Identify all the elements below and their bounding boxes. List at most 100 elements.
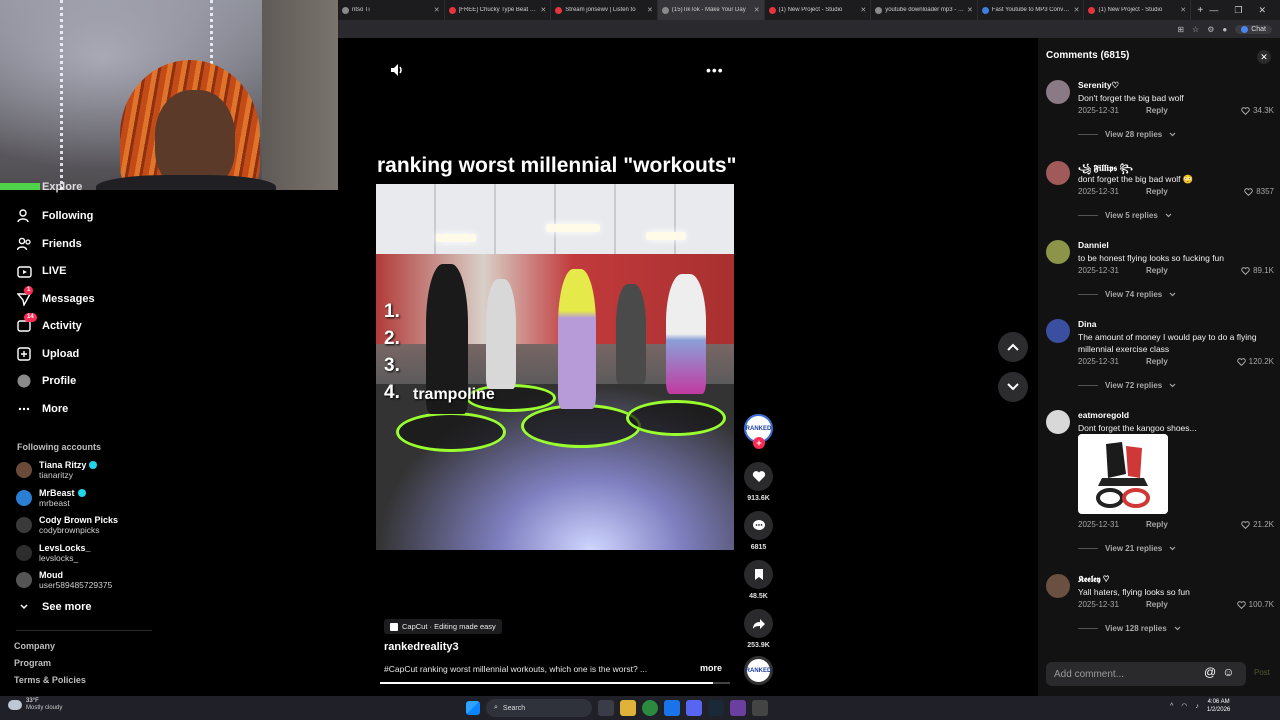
- comment-like-button[interactable]: 89.1K: [1241, 266, 1274, 275]
- commenter-avatar[interactable]: [1046, 240, 1070, 264]
- tab-close-icon[interactable]: ✕: [540, 6, 546, 14]
- reply-button[interactable]: Reply: [1146, 357, 1168, 366]
- footer-link-company[interactable]: Company: [14, 641, 55, 651]
- speaker-icon[interactable]: ♪: [1195, 703, 1199, 710]
- commenter-name[interactable]: Danniel: [1078, 240, 1109, 250]
- sidebar-item-friends[interactable]: Friends: [16, 234, 82, 254]
- more-options-icon[interactable]: •••: [706, 62, 724, 78]
- volume-icon[interactable]: [389, 62, 405, 78]
- tab-close-icon[interactable]: ✕: [967, 6, 973, 14]
- comment-image-kangoo-shoes[interactable]: [1078, 434, 1168, 514]
- view-replies-button[interactable]: View 5 replies: [1078, 211, 1172, 220]
- reply-button[interactable]: Reply: [1146, 187, 1168, 196]
- sidebar-item-messages[interactable]: 1 Messages: [16, 285, 95, 309]
- edge-icon[interactable]: [664, 700, 680, 716]
- comment-like-button[interactable]: 120.2K: [1236, 357, 1274, 366]
- previous-video-button[interactable]: [998, 332, 1028, 362]
- following-account[interactable]: MrBeast mrbeast: [16, 488, 86, 508]
- commenter-avatar[interactable]: [1046, 161, 1070, 185]
- clock[interactable]: 4:06 AM 1/2/2026: [1207, 698, 1230, 714]
- browser-tab[interactable]: (1) New Project - Studio ✕: [1084, 0, 1192, 20]
- video-author[interactable]: rankedreality3: [384, 641, 459, 653]
- commenter-avatar[interactable]: [1046, 80, 1070, 104]
- app-icon[interactable]: [730, 700, 746, 716]
- tab-close-icon[interactable]: ✕: [1074, 6, 1080, 14]
- commenter-avatar[interactable]: [1046, 319, 1070, 343]
- steam-icon[interactable]: [708, 700, 724, 716]
- sidebar-item-following[interactable]: Following: [16, 206, 93, 226]
- close-window-icon[interactable]: ✕: [1258, 5, 1266, 16]
- app-icon[interactable]: [752, 700, 768, 716]
- tab-close-icon[interactable]: ✕: [647, 6, 653, 14]
- commenter-avatar[interactable]: [1046, 410, 1070, 434]
- comment-like-button[interactable]: 34.3K: [1241, 106, 1274, 115]
- description-more-button[interactable]: more: [700, 663, 722, 673]
- follow-plus-icon[interactable]: +: [753, 437, 765, 449]
- following-account[interactable]: Cody Brown Picks codybrownpicks: [16, 515, 118, 535]
- browser-tab[interactable]: youtube downloader mp3 - Sea ✕: [871, 0, 978, 20]
- bookmark-icon[interactable]: ☆: [1192, 25, 1199, 34]
- capcut-banner[interactable]: CapCut · Editing made easy: [384, 619, 502, 634]
- next-video-button[interactable]: [998, 372, 1028, 402]
- commenter-name[interactable]: Serenity♡: [1078, 80, 1119, 91]
- new-tab-button[interactable]: +: [1191, 5, 1209, 16]
- commenter-avatar[interactable]: [1046, 574, 1070, 598]
- music-disc[interactable]: RANKED: [744, 656, 773, 685]
- view-replies-button[interactable]: View 21 replies: [1078, 544, 1176, 553]
- browser-tab[interactable]: Stream jonsewv | Listen to ✕: [551, 0, 658, 20]
- following-account[interactable]: LevsLocks_ levslocks_: [16, 543, 91, 563]
- chat-button[interactable]: Chat: [1235, 24, 1272, 34]
- browser-tab[interactable]: [FREE] Chucky Type Beat - "MY ✕: [445, 0, 552, 20]
- reply-button[interactable]: Reply: [1146, 520, 1168, 529]
- comment-button[interactable]: 6815: [744, 511, 773, 551]
- browser-tab[interactable]: (15)TikTok - Make Your Day ✕: [657, 0, 765, 20]
- tab-close-icon[interactable]: ✕: [754, 6, 760, 14]
- view-replies-button[interactable]: View 28 replies: [1078, 130, 1176, 139]
- footer-link-terms[interactable]: Terms & Policies: [14, 675, 86, 685]
- discord-icon[interactable]: [686, 700, 702, 716]
- sidebar-item-upload[interactable]: Upload: [16, 344, 79, 364]
- tray-chevron-icon[interactable]: ^: [1170, 703, 1173, 710]
- following-account[interactable]: Moud user589485729375: [16, 570, 112, 590]
- extensions-icon[interactable]: ⊞: [1177, 25, 1184, 34]
- view-replies-button[interactable]: View 128 replies: [1078, 624, 1181, 633]
- browser-tab[interactable]: Fast Youtube to MP3 Converter ✕: [978, 0, 1085, 20]
- mention-icon[interactable]: @: [1204, 665, 1216, 679]
- sidebar-item-live[interactable]: LIVE: [16, 261, 66, 281]
- browser-tab[interactable]: (1) New Project - Studio ✕: [765, 0, 872, 20]
- close-comments-button[interactable]: ✕: [1257, 50, 1271, 64]
- minimize-icon[interactable]: —: [1209, 5, 1218, 16]
- commenter-name[interactable]: 𝕶𝖊𝖊𝖑𝖊𝖞 ♡: [1078, 574, 1109, 585]
- browser-tab[interactable]: ntso Ti ✕: [338, 0, 445, 20]
- settings-icon[interactable]: ⚙: [1207, 25, 1214, 34]
- tab-close-icon[interactable]: ✕: [434, 6, 440, 14]
- sidebar-item-more[interactable]: More: [16, 399, 68, 419]
- following-account[interactable]: Tiana Ritzy tianaritzy: [16, 460, 98, 480]
- reply-button[interactable]: Reply: [1146, 600, 1168, 609]
- sidebar-item-profile[interactable]: Profile: [16, 371, 76, 391]
- post-comment-button[interactable]: Post: [1254, 668, 1270, 677]
- tab-close-icon[interactable]: ✕: [860, 6, 866, 14]
- video-player[interactable]: 1. 2. 3. 4. trampoline: [376, 184, 734, 550]
- restore-icon[interactable]: ❐: [1234, 5, 1242, 16]
- tab-close-icon[interactable]: ✕: [1180, 6, 1186, 14]
- commenter-name[interactable]: Dina: [1078, 319, 1096, 329]
- wifi-icon[interactable]: ◠: [1181, 702, 1187, 710]
- file-explorer-icon[interactable]: [620, 700, 636, 716]
- task-view-icon[interactable]: [598, 700, 614, 716]
- view-replies-button[interactable]: View 74 replies: [1078, 290, 1176, 299]
- emoji-icon[interactable]: ☺: [1222, 665, 1234, 679]
- sidebar-item-explore[interactable]: Explore: [16, 181, 82, 193]
- video-progress-bar[interactable]: [380, 682, 730, 684]
- footer-link-program[interactable]: Program: [14, 658, 51, 668]
- profile-avatar-icon[interactable]: ●: [1222, 25, 1227, 34]
- comment-like-button[interactable]: 100.7K: [1236, 600, 1274, 609]
- reply-button[interactable]: Reply: [1146, 106, 1168, 115]
- windows-start-icon[interactable]: [466, 701, 480, 715]
- view-replies-button[interactable]: View 72 replies: [1078, 381, 1176, 390]
- comment-like-button[interactable]: 21.2K: [1241, 520, 1274, 529]
- chrome-icon[interactable]: [642, 700, 658, 716]
- share-button[interactable]: 253.9K: [744, 609, 773, 649]
- taskbar-search[interactable]: ⌕ Search: [486, 699, 592, 717]
- save-button[interactable]: 48.5K: [744, 560, 773, 600]
